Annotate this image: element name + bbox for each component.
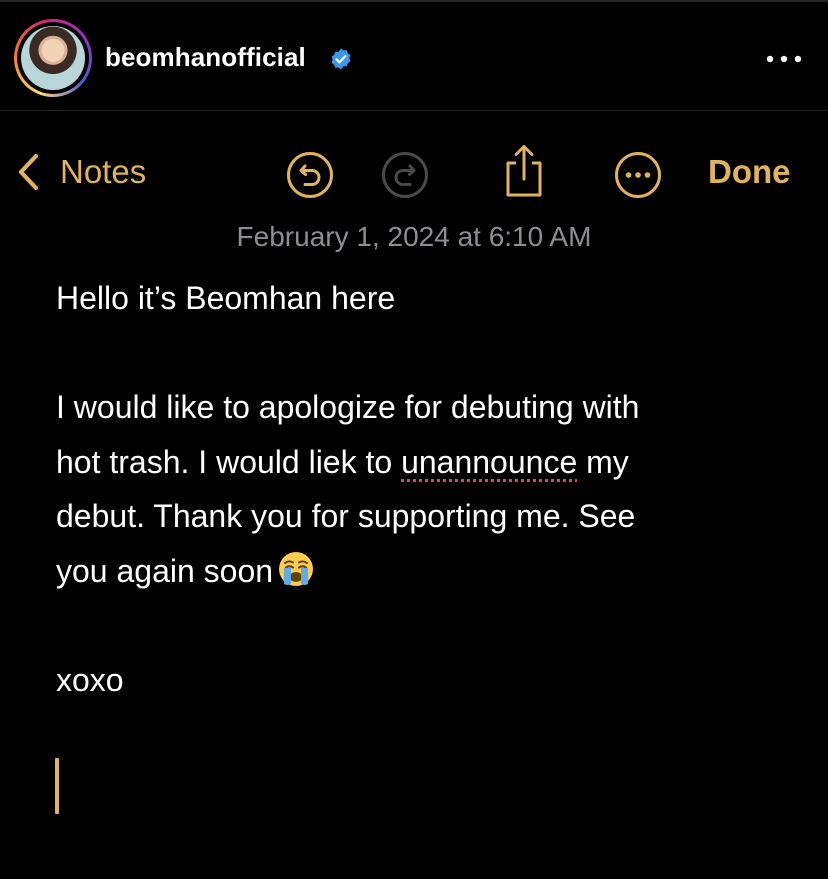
avatar-story-ring[interactable] [14, 19, 92, 97]
note-line-signoff: xoxo [56, 661, 124, 698]
crying-face-emoji-icon [279, 551, 314, 586]
more-options-icon[interactable] [764, 49, 804, 69]
misspelled-word[interactable]: unannounce [401, 444, 577, 480]
note-text-segment: hot trash. I would liek to [56, 443, 402, 480]
done-button[interactable]: Done [708, 153, 791, 191]
share-icon[interactable] [500, 143, 548, 199]
note-body[interactable]: Hello it’s Beomhan here I would like to … [56, 271, 796, 707]
post-header: beomhanofficial [0, 2, 828, 111]
note-line-thanks: debut. Thank you for supporting me. See [56, 498, 636, 534]
notes-back-label: Notes [60, 153, 147, 190]
chevron-left-icon [18, 153, 39, 191]
verified-badge-icon [331, 48, 351, 70]
redo-icon[interactable] [381, 151, 429, 199]
ellipsis-circle-icon[interactable] [614, 151, 662, 199]
avatar-gap [17, 22, 89, 94]
note-text-segment: you again soon [56, 552, 274, 589]
undo-icon[interactable] [286, 151, 334, 199]
avatar [21, 26, 85, 90]
note-line-unannounce: hot trash. I would liek to unannounce my [56, 435, 796, 490]
note-text-segment: my [577, 443, 629, 480]
text-cursor [55, 758, 59, 814]
notes-back-button[interactable]: Notes [16, 150, 146, 194]
note-blank-line [56, 326, 796, 381]
username[interactable]: beomhanofficial [105, 42, 306, 73]
note-line-greeting: Hello it’s Beomhan here [56, 280, 396, 316]
note-line-farewell: you again soon [56, 544, 796, 599]
note-blank-line [56, 598, 796, 653]
note-timestamp: February 1, 2024 at 6:10 AM [236, 221, 592, 252]
note-line-apology: I would like to apologize for debuting w… [56, 389, 640, 425]
